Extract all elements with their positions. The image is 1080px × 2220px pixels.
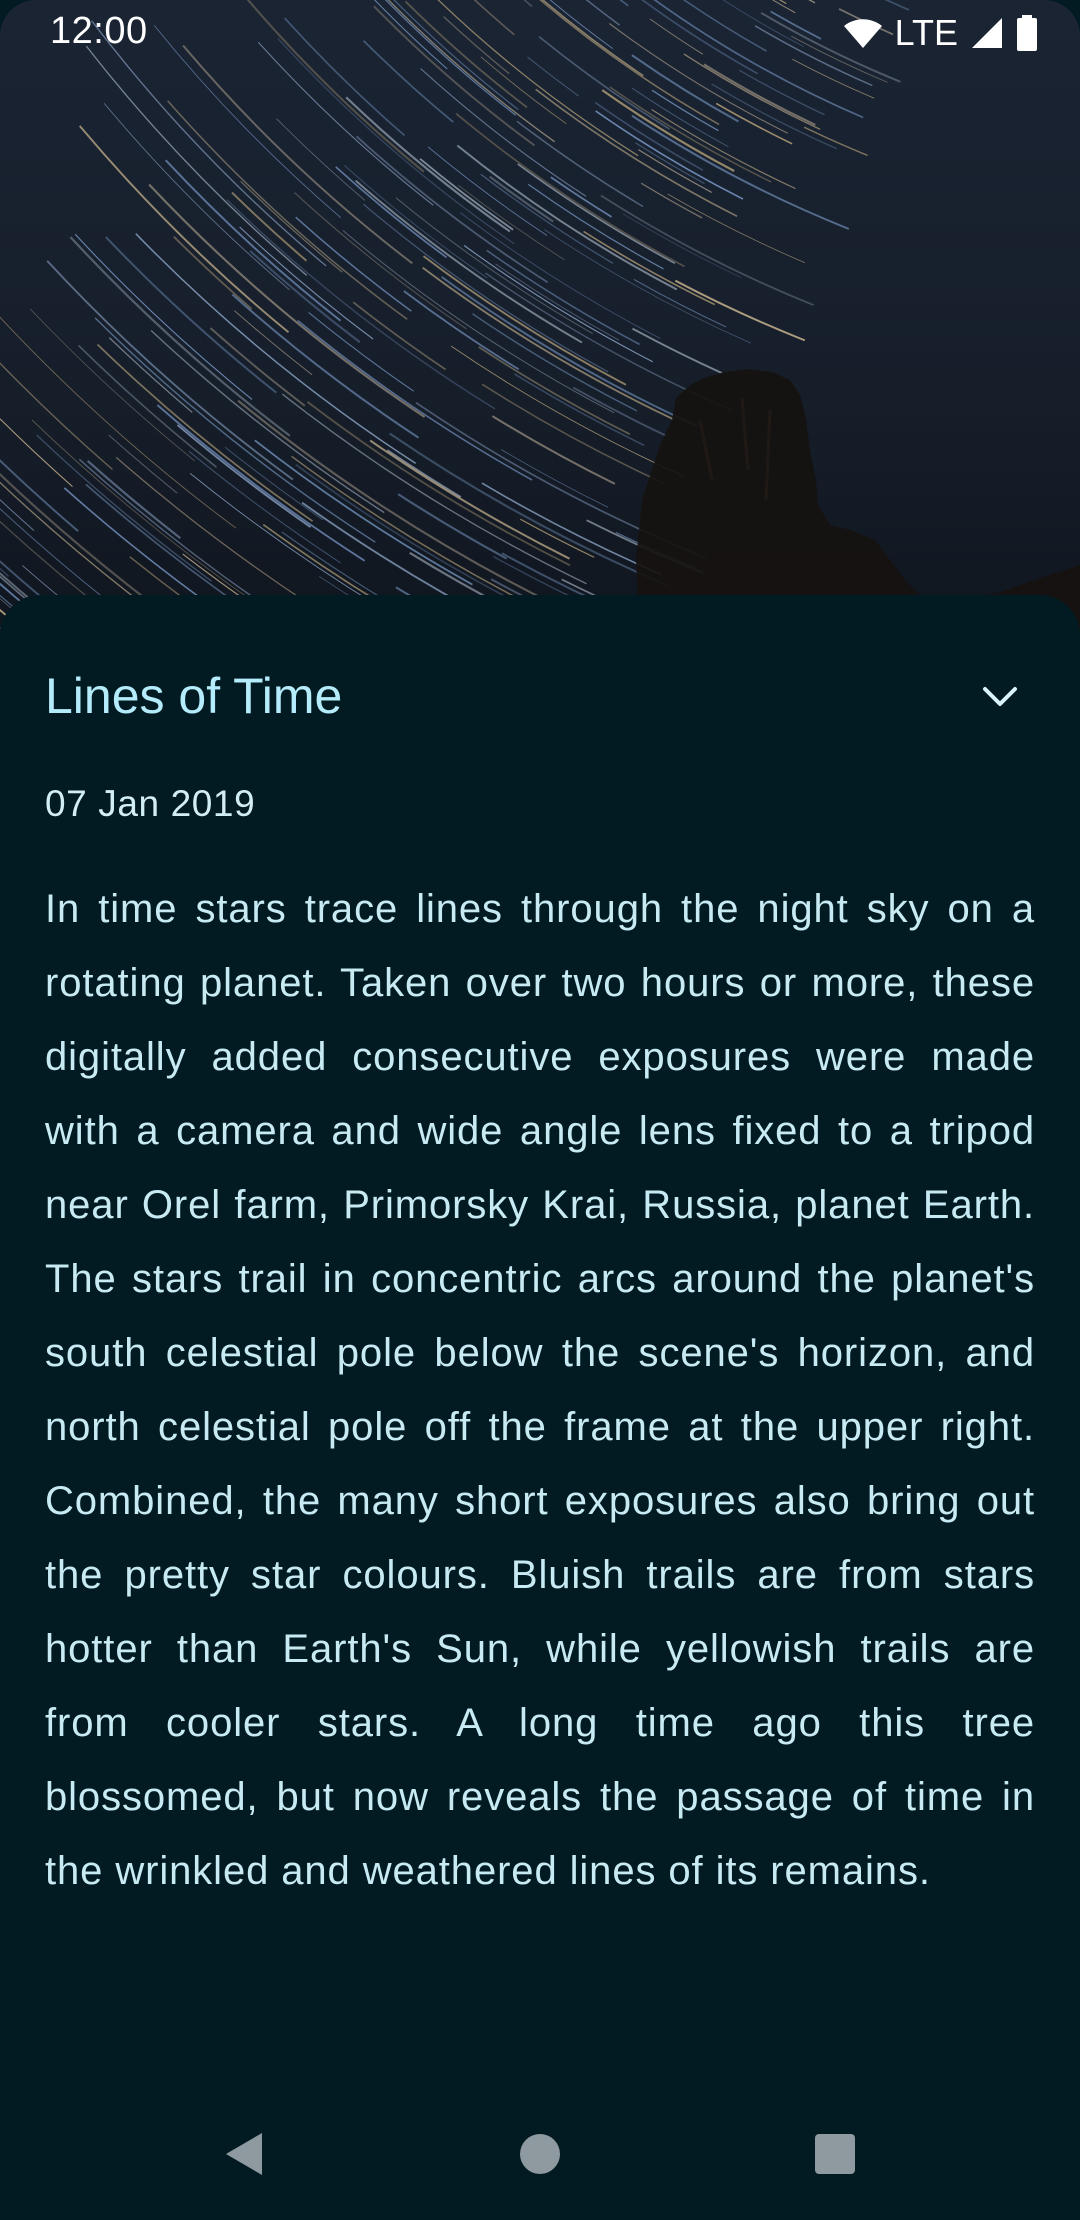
star-trails-photo	[0, 0, 1080, 660]
chevron-down-icon	[983, 687, 1017, 706]
navigation-bar	[0, 2088, 1080, 2220]
status-time: 12:00	[50, 10, 148, 52]
back-button[interactable]	[208, 2118, 280, 2190]
status-bar: 12:00 LTE	[0, 0, 1080, 66]
detail-sheet: Lines of Time 07 Jan 2019 In time stars …	[0, 595, 1080, 2220]
status-icons: LTE	[843, 12, 1038, 54]
wifi-icon	[843, 19, 882, 48]
app-screen: 12:00 LTE Lines of Time 07 Jan 2019 In t…	[0, 0, 1080, 2220]
recents-icon	[815, 2134, 855, 2174]
image-description: In time stars trace lines through the ni…	[45, 887, 1035, 1893]
image-date: 07 Jan 2019	[45, 783, 256, 824]
network-type: LTE	[894, 12, 958, 53]
image-title: Lines of Time	[45, 668, 343, 724]
collapse-button[interactable]	[972, 669, 1028, 725]
back-icon	[226, 2133, 262, 2175]
battery-icon	[1017, 15, 1037, 51]
home-button[interactable]	[504, 2118, 576, 2190]
cell-signal-icon	[972, 18, 1002, 48]
home-icon	[520, 2134, 560, 2174]
hero-image	[0, 0, 1080, 660]
recents-button[interactable]	[799, 2118, 871, 2190]
